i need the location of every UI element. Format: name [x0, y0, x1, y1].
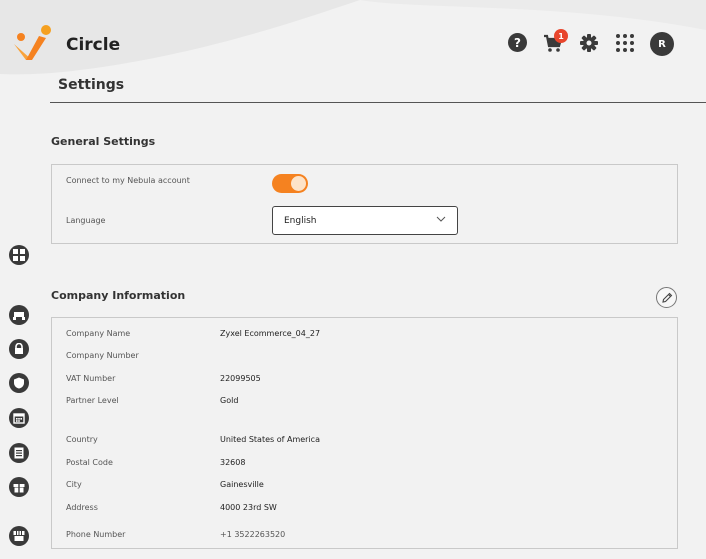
nebula-toggle[interactable]	[272, 174, 308, 193]
avatar[interactable]: R	[650, 32, 674, 56]
toggle-knob	[291, 176, 306, 191]
phone-number-label: Phone Number	[66, 530, 126, 539]
page-title: Settings	[58, 77, 125, 93]
vat-number-value: 22099505	[220, 374, 261, 383]
document-icon[interactable]	[9, 443, 29, 463]
nebula-label: Connect to my Nebula account	[66, 176, 190, 185]
country-label: Country	[66, 435, 98, 444]
city-label: City	[66, 480, 82, 489]
apps-grid-icon[interactable]	[614, 32, 636, 54]
company-info-panel: Company Name Zyxel Ecommerce_04_27 Compa…	[51, 317, 678, 549]
devices-icon[interactable]	[9, 305, 29, 325]
lock-icon[interactable]	[9, 339, 29, 359]
language-select[interactable]: English	[272, 206, 458, 235]
company-info-title: Company Information	[51, 289, 186, 302]
title-divider	[50, 102, 706, 103]
calendar-icon[interactable]	[9, 408, 29, 428]
edit-company-button[interactable]	[656, 287, 677, 308]
shield-icon[interactable]	[9, 373, 29, 393]
company-number-label: Company Number	[66, 351, 139, 360]
partner-level-label: Partner Level	[66, 396, 119, 405]
app-title: Circle	[66, 35, 121, 55]
language-selected-value: English	[284, 216, 317, 226]
city-value: Gainesville	[220, 480, 264, 489]
general-settings-title: General Settings	[51, 135, 156, 148]
postal-code-value: 32608	[220, 458, 246, 467]
phone-number-value: +1 3522263520	[220, 530, 286, 539]
pencil-icon	[661, 292, 672, 303]
cart-count-badge: 1	[554, 29, 568, 43]
address-value: 4000 23rd SW	[220, 503, 277, 512]
vat-number-label: VAT Number	[66, 374, 116, 383]
company-name-label: Company Name	[66, 329, 131, 338]
language-label: Language	[66, 216, 106, 225]
gift-icon[interactable]	[9, 477, 29, 497]
partner-level-value: Gold	[220, 396, 239, 405]
company-name-value: Zyxel Ecommerce_04_27	[220, 329, 321, 338]
country-value: United States of America	[220, 435, 320, 444]
gear-icon[interactable]	[578, 32, 600, 54]
store-icon[interactable]	[9, 526, 29, 546]
help-icon[interactable]: ?	[508, 33, 527, 52]
chevron-down-icon	[436, 216, 446, 222]
postal-code-label: Postal Code	[66, 458, 113, 467]
address-label: Address	[66, 503, 98, 512]
logo-icon[interactable]	[12, 22, 54, 62]
dashboard-icon[interactable]	[9, 245, 29, 265]
general-settings-panel: Connect to my Nebula account Language En…	[51, 164, 678, 244]
